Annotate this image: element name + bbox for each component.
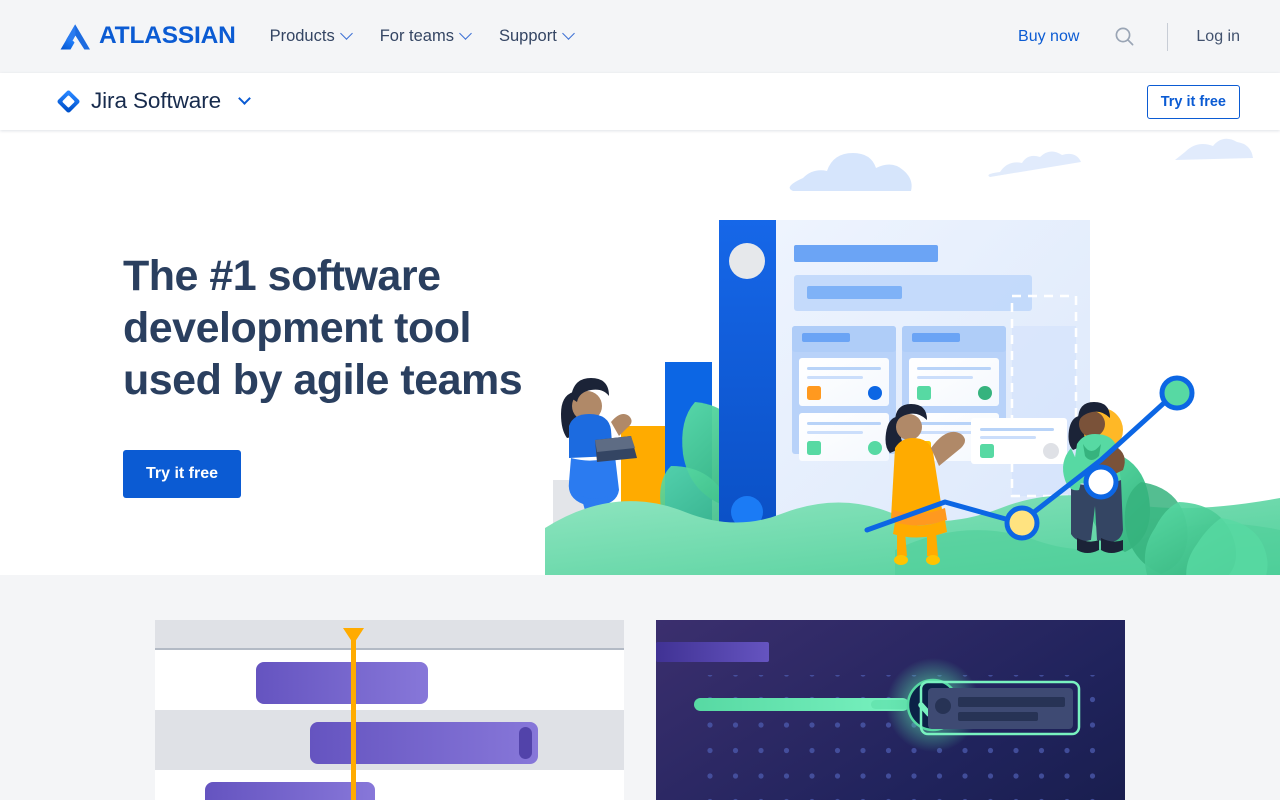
hero-title: The #1 software development tool used by… <box>123 252 523 404</box>
feature-cards <box>0 575 1280 800</box>
chevron-down-icon <box>561 27 575 40</box>
gantt-bar-2-handle <box>519 727 532 759</box>
product-switcher[interactable]: Jira Software <box>56 88 251 114</box>
automation-rule-builder-illustration <box>656 620 1125 800</box>
cloud-shapes <box>789 138 1253 191</box>
chevron-down-icon <box>339 27 353 40</box>
hero-illustration <box>545 130 1280 575</box>
atlassian-brand-link[interactable]: ATLASSIAN <box>60 23 236 51</box>
agile-team-kanban-board-illustration <box>545 138 1280 575</box>
gantt-roadmap-timeline-illustration <box>155 620 624 800</box>
today-marker-line <box>351 634 356 800</box>
roadmap-gantt-card[interactable] <box>155 620 624 800</box>
nav-item-for-teams-label: For teams <box>379 27 454 46</box>
header-actions: Buy now Log in <box>1018 22 1240 52</box>
global-header: ATLASSIAN Products For teams Support Buy… <box>0 0 1280 73</box>
chart-node-green <box>1159 375 1195 411</box>
nav-item-products-label: Products <box>269 27 335 46</box>
dragged-card <box>971 418 1067 464</box>
search-icon <box>1115 27 1134 46</box>
product-name: Jira Software <box>91 88 221 114</box>
brand-wordmark: ATLASSIAN <box>99 22 236 50</box>
nav-item-for-teams[interactable]: For teams <box>379 27 472 46</box>
chart-node-yellow <box>1004 505 1040 541</box>
nav-item-support[interactable]: Support <box>498 27 575 46</box>
buy-now-link[interactable]: Buy now <box>1018 28 1079 46</box>
board-title-bar <box>794 245 938 262</box>
automation-card[interactable] <box>656 620 1125 800</box>
try-it-free-button-hero[interactable]: Try it free <box>123 450 242 498</box>
jira-software-logo-icon <box>57 90 80 113</box>
gantt-bar-3 <box>205 782 375 800</box>
primary-nav: Products For teams Support <box>269 27 575 46</box>
product-bar: Jira Software Try it free <box>0 73 1280 130</box>
gantt-bar-1 <box>256 662 428 704</box>
try-it-free-button-header[interactable]: Try it free <box>1146 84 1240 119</box>
chart-node-white <box>1083 464 1119 500</box>
log-in-link[interactable]: Log in <box>1196 28 1240 46</box>
nav-item-support-label: Support <box>498 27 557 46</box>
panel-avatar-circle <box>729 243 765 279</box>
hero-copy: The #1 software development tool used by… <box>123 250 553 498</box>
nav-item-products[interactable]: Products <box>269 27 353 46</box>
gantt-header-row <box>155 620 624 648</box>
automation-title-bar <box>656 642 769 662</box>
header-divider <box>1167 22 1169 51</box>
hero-section: The #1 software development tool used by… <box>0 130 1280 575</box>
features-section <box>0 575 1280 800</box>
chevron-down-icon <box>238 92 251 105</box>
gantt-bar-2 <box>310 722 538 764</box>
chevron-down-icon <box>459 27 472 40</box>
atlassian-logo-icon <box>60 23 90 49</box>
kanban-column-1 <box>792 326 896 461</box>
search-button[interactable] <box>1109 22 1139 52</box>
